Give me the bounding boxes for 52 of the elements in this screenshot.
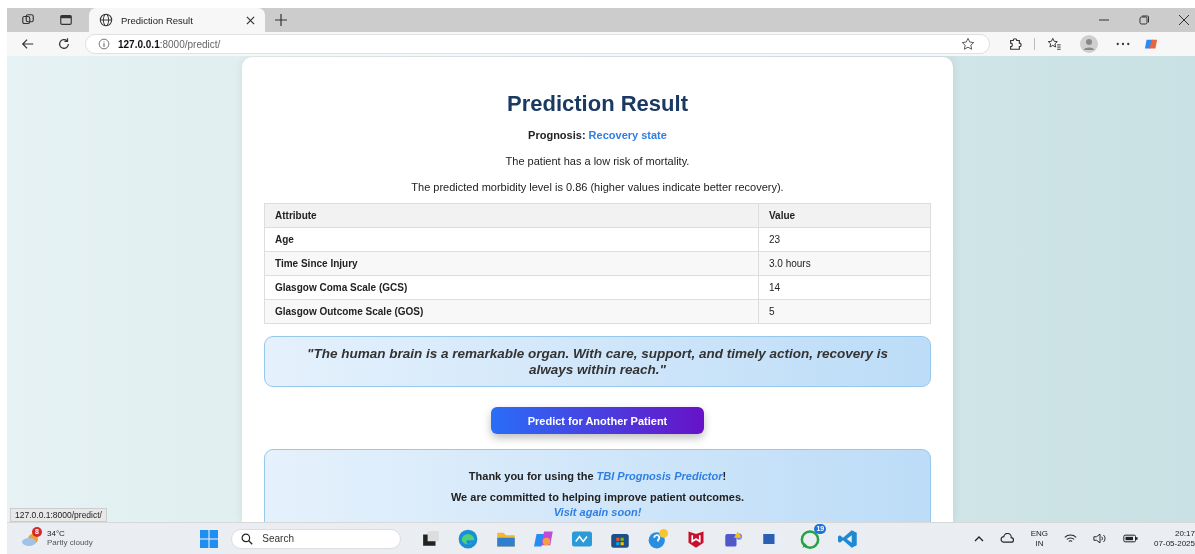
attribute-cell: Glasgow Outcome Scale (GOS) — [264, 299, 759, 324]
cloud-icon[interactable] — [999, 533, 1015, 544]
morbidity-text: The predicted morbidity level is 0.86 (higher values indicate better recovery). — [411, 181, 784, 193]
value-cell: 14 — [758, 275, 931, 300]
refresh-icon[interactable] — [57, 37, 71, 51]
browser-icon[interactable] — [458, 528, 479, 549]
value-cell: 23 — [758, 227, 931, 252]
clock[interactable]: 20:17 07-05-2025 — [1154, 529, 1195, 548]
help-icon[interactable] — [648, 528, 669, 549]
close-icon[interactable] — [1179, 15, 1189, 25]
temperature-text: 34°C — [47, 529, 66, 539]
value-cell: 5 — [758, 299, 931, 324]
more-icon[interactable] — [1116, 42, 1130, 46]
puzzle-icon[interactable] — [1008, 37, 1022, 51]
value-cell: 3.0 hours — [758, 251, 931, 276]
close-icon[interactable] — [246, 15, 255, 25]
attribute-cell: Time Since Injury — [264, 251, 759, 276]
volume-icon[interactable] — [1093, 533, 1108, 544]
tab-actions-icon[interactable] — [59, 13, 73, 27]
attribute-cell: Glasgow Coma Scale (GCS) — [264, 275, 759, 300]
task-view-icon[interactable] — [422, 529, 441, 548]
chevron-up-icon[interactable] — [973, 535, 984, 542]
star-icon[interactable] — [961, 37, 975, 51]
code-editor-icon[interactable] — [838, 528, 859, 549]
page-title: Prediction Result — [507, 91, 688, 117]
browser-tab[interactable]: Prediction Result — [89, 8, 265, 32]
risk-text: The patient has a low risk of mortality. — [505, 155, 690, 167]
quote-text: "The human brain is a remarkable organ. With care, support, and timely action, recovery is always within reach." — [264, 336, 931, 388]
profile-icon[interactable] — [1080, 35, 1098, 53]
back-icon[interactable] — [21, 37, 35, 51]
prognosis-text: Prognosis: Recovery state — [528, 129, 667, 141]
commitment-text: We are committed to helping improve patient outcomes. — [450, 491, 745, 504]
language-indicator[interactable]: ENG IN — [1030, 529, 1049, 548]
status-url: 127.0.0.1:8000/predict/ — [10, 508, 107, 522]
restore-icon[interactable] — [1139, 15, 1149, 25]
start-icon[interactable] — [200, 529, 219, 548]
wifi-icon[interactable] — [1064, 533, 1078, 544]
column-header: Attribute — [264, 203, 759, 228]
battery-icon[interactable] — [1123, 534, 1139, 543]
favorites-icon[interactable] — [1047, 37, 1062, 51]
new-tab-icon[interactable] — [275, 14, 287, 26]
weather-text: Partly cloudy — [47, 538, 93, 548]
thank-you-text: Thank you for using the TBI Prognosis Predictor! — [468, 470, 727, 483]
attribute-cell: Age — [264, 227, 759, 252]
search-icon — [241, 532, 254, 545]
address-field[interactable]: 127.0.0.1:8000/predict/ — [85, 34, 990, 54]
predict-again-button[interactable]: Predict for Another Patient — [491, 407, 704, 435]
info-icon — [98, 38, 110, 50]
globe-icon — [99, 13, 113, 27]
search-field[interactable]: Search — [231, 528, 402, 549]
workspaces-icon[interactable] — [21, 13, 35, 27]
column-header: Value — [758, 203, 931, 228]
